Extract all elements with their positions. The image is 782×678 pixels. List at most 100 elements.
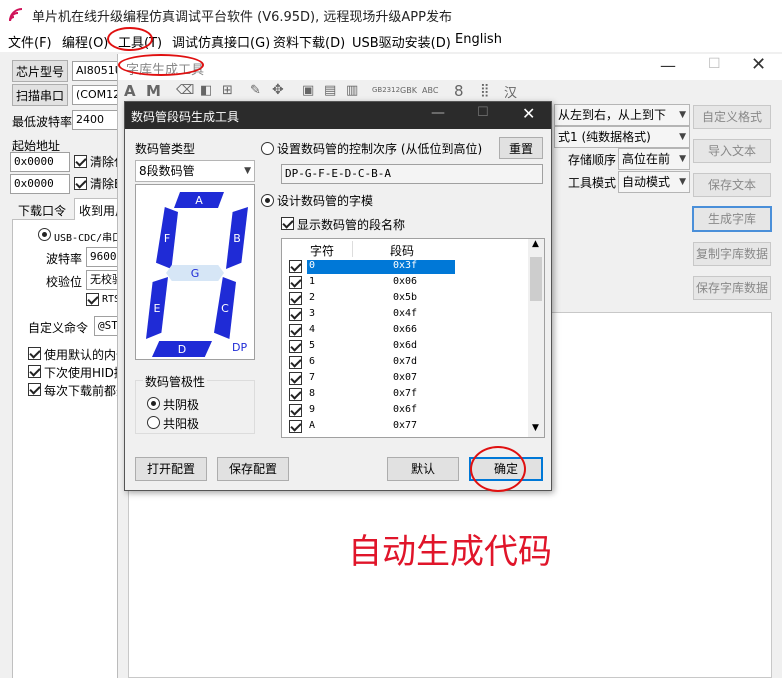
menu-download[interactable]: 资料下载(D) xyxy=(273,32,345,51)
seg-e[interactable]: E xyxy=(146,277,168,339)
row-checkbox[interactable] xyxy=(289,356,302,369)
format-select[interactable]: 式1 (纯数据格式) ▼ xyxy=(554,126,690,148)
save-config-button[interactable]: 保存配置 xyxy=(217,457,289,481)
close-icon[interactable]: ✕ xyxy=(751,54,766,75)
port-value[interactable]: (COM12) xyxy=(72,85,122,105)
menu-english[interactable]: English xyxy=(455,32,502,47)
opt1-checkbox[interactable] xyxy=(28,347,41,360)
grid-icon[interactable]: ⣿ xyxy=(480,83,490,98)
dialog-minimize-icon[interactable]: — xyxy=(431,105,445,121)
move-icon[interactable]: ✥ xyxy=(272,82,284,98)
menu-file[interactable]: 文件(F) xyxy=(8,32,52,51)
chip-value[interactable]: AI8051U xyxy=(72,61,122,81)
gbk-icon[interactable]: GBK xyxy=(400,86,417,95)
seg-b[interactable]: B xyxy=(226,207,248,269)
table-row[interactable]: 9 0x6f xyxy=(282,403,527,419)
row-checkbox[interactable] xyxy=(289,324,302,337)
table-row[interactable]: 0 0x3f xyxy=(282,259,527,275)
save-icon[interactable]: ▤ xyxy=(324,83,336,98)
save-as-icon[interactable]: ▥ xyxy=(346,83,358,98)
table-row[interactable]: 4 0x66 xyxy=(282,323,527,339)
open-folder-icon[interactable]: ▣ xyxy=(302,83,314,98)
order-field[interactable]: DP-G-F-E-D-C-B-A xyxy=(281,164,543,184)
gb2312-icon[interactable]: GB2312 xyxy=(372,86,400,94)
tool-mode-select[interactable]: 自动模式 ▼ xyxy=(618,171,690,193)
scrollbar[interactable]: ▲ ▼ xyxy=(528,239,544,437)
table-row[interactable]: 3 0x4f xyxy=(282,307,527,323)
save-data-button[interactable]: 保存字库数据 xyxy=(693,276,771,300)
clear-eeprom-checkbox[interactable] xyxy=(74,177,87,190)
table-row[interactable]: A 0x77 xyxy=(282,419,527,435)
row-checkbox[interactable] xyxy=(289,420,302,433)
scan-port-button[interactable]: 扫描串口 xyxy=(12,84,68,106)
invert-icon[interactable]: ⊞ xyxy=(222,83,233,98)
rts-checkbox[interactable] xyxy=(86,293,99,306)
table-row[interactable]: 6 0x7d xyxy=(282,355,527,371)
segment-icon[interactable]: 8 xyxy=(454,82,464,100)
minimize-icon[interactable]: — xyxy=(660,56,676,75)
row-checkbox[interactable] xyxy=(289,260,302,273)
copy-data-button[interactable]: 复制字库数据 xyxy=(693,242,771,266)
scroll-up-icon[interactable]: ▲ xyxy=(532,239,539,249)
row-checkbox[interactable] xyxy=(289,276,302,289)
table-row[interactable]: 2 0x5b xyxy=(282,291,527,307)
font-a-icon[interactable]: A xyxy=(124,82,136,100)
fill-icon[interactable]: ◧ xyxy=(200,83,212,98)
default-button[interactable]: 默认 xyxy=(387,457,459,481)
maximize-icon[interactable]: ☐ xyxy=(708,56,721,72)
save-text-button[interactable]: 保存文本 xyxy=(693,173,771,197)
table-row[interactable]: 8 0x7f xyxy=(282,387,527,403)
row-checkbox[interactable] xyxy=(289,388,302,401)
show-names-checkbox[interactable] xyxy=(281,217,294,230)
table-row[interactable]: 1 0x06 xyxy=(282,275,527,291)
menu-program[interactable]: 编程(O) xyxy=(62,32,108,51)
seg-type-select[interactable]: 8段数码管 ▼ xyxy=(135,160,255,182)
hanzi-icon[interactable]: 汉 xyxy=(504,82,517,101)
reset-button[interactable]: 重置 xyxy=(499,137,543,159)
row-checkbox[interactable] xyxy=(289,292,302,305)
addr-field-2[interactable]: 0x0000 xyxy=(10,174,70,194)
clear-code-checkbox[interactable] xyxy=(74,155,87,168)
seg-c[interactable]: C xyxy=(214,277,236,339)
design-radio[interactable] xyxy=(261,194,274,207)
usb-cdc-radio[interactable] xyxy=(38,228,51,241)
common-anode-radio[interactable] xyxy=(147,416,160,429)
row-checkbox[interactable] xyxy=(289,404,302,417)
scan-order-select[interactable]: 从左到右，从上到下 ▼ xyxy=(554,104,690,126)
scroll-down-icon[interactable]: ▼ xyxy=(532,423,539,433)
dialog-maximize-icon[interactable]: ☐ xyxy=(477,105,489,120)
min-baud-value[interactable]: 2400 xyxy=(72,110,122,130)
set-order-radio[interactable] xyxy=(261,142,274,155)
seg-preview[interactable]: A F B G E C D DP xyxy=(135,184,255,360)
pencil-icon[interactable]: ✎ xyxy=(250,83,261,98)
opt2-checkbox[interactable] xyxy=(28,365,41,378)
opt3-checkbox[interactable] xyxy=(28,383,41,396)
row-checkbox[interactable] xyxy=(289,372,302,385)
font-m-icon[interactable]: M xyxy=(146,82,161,100)
dialog-close-icon[interactable]: ✕ xyxy=(522,104,535,123)
tab-download-password[interactable]: 下载口令 xyxy=(18,202,66,219)
seg-d[interactable]: D xyxy=(152,341,212,357)
seg-dp-label[interactable]: DP xyxy=(232,341,247,354)
open-config-button[interactable]: 打开配置 xyxy=(135,457,207,481)
row-checkbox[interactable] xyxy=(289,340,302,353)
table-row[interactable]: 7 0x07 xyxy=(282,371,527,387)
custom-format-button[interactable]: 自定义格式 xyxy=(693,105,771,129)
import-text-button[interactable]: 导入文本 xyxy=(693,139,771,163)
abc-icon[interactable]: ABC xyxy=(422,86,438,95)
tab-received[interactable]: 收到用户 xyxy=(74,198,127,220)
menu-usb-driver[interactable]: USB驱动安装(D) xyxy=(352,32,451,51)
table-row[interactable]: 5 0x6d xyxy=(282,339,527,355)
row-checkbox[interactable] xyxy=(289,308,302,321)
seg-f[interactable]: F xyxy=(156,207,178,269)
seg-g[interactable]: G xyxy=(166,265,224,281)
common-cathode-radio[interactable] xyxy=(147,397,160,410)
generate-font-button[interactable]: 生成字库 xyxy=(692,206,772,232)
addr-field-1[interactable]: 0x0000 xyxy=(10,152,70,172)
menu-debug[interactable]: 调试仿真接口(G) xyxy=(172,32,270,51)
storage-order-select[interactable]: 高位在前 ▼ xyxy=(618,148,690,170)
seg-a[interactable]: A xyxy=(174,192,224,208)
scroll-thumb[interactable] xyxy=(530,257,542,301)
eraser-icon[interactable]: ⌫ xyxy=(176,83,194,98)
chip-type-button[interactable]: 芯片型号 xyxy=(12,60,68,82)
